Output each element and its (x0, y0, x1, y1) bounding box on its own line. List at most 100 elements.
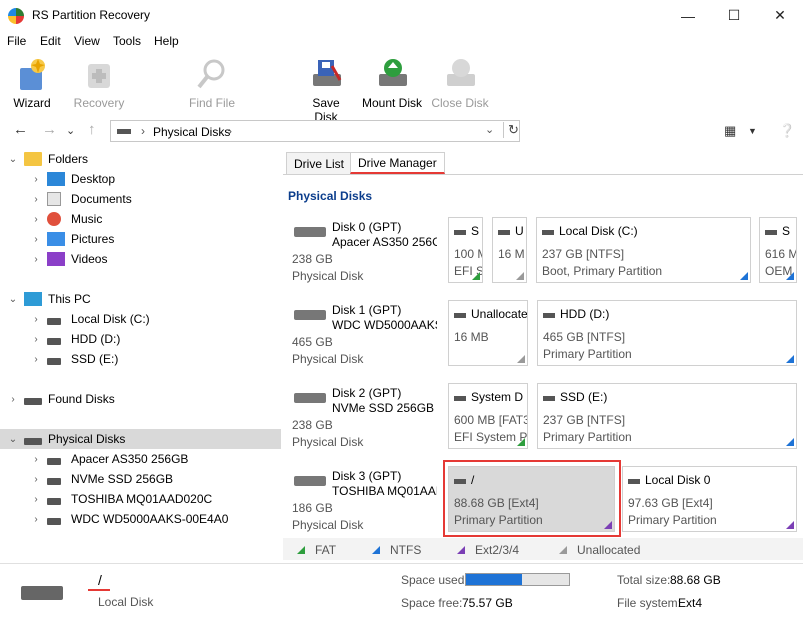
partition-size: 237 GB [NTFS] (542, 247, 625, 261)
collapse-icon[interactable]: ⌄ (6, 294, 20, 305)
tree-toshiba[interactable]: › TOSHIBA MQ01AAD020C (29, 489, 212, 509)
save-disk-button[interactable]: Save Disk (299, 56, 353, 124)
expand-icon[interactable]: › (6, 394, 20, 405)
partition-tile[interactable]: HDD (D:) 465 GB [NTFS] Primary Partition (537, 300, 797, 366)
fs-type-icon (517, 355, 525, 363)
forward-arrow-icon[interactable]: → (42, 121, 57, 138)
disk-type: Physical Disk (292, 269, 364, 283)
help-icon[interactable]: ❔ (779, 123, 795, 139)
tab-drive-list[interactable]: Drive List (286, 152, 353, 174)
fs-type-icon (786, 272, 794, 280)
tree-videos[interactable]: › Videos (29, 249, 107, 269)
tree-physical-disks[interactable]: ⌄ Physical Disks (0, 429, 281, 449)
expand-icon[interactable]: › (29, 214, 43, 225)
minimize-button[interactable]: — (665, 0, 711, 31)
collapse-icon[interactable]: ⌄ (6, 434, 20, 445)
expand-icon[interactable]: › (29, 354, 43, 365)
tree-ssd-e[interactable]: › SSD (E:) (29, 349, 118, 369)
collapse-icon[interactable]: ⌄ (6, 154, 20, 165)
partition-name: Local Disk 0 (645, 473, 711, 487)
tree-folders[interactable]: ⌄ Folders (6, 149, 276, 169)
expand-icon[interactable]: › (29, 254, 43, 265)
up-arrow-icon[interactable]: ↑ (88, 121, 96, 138)
name-underline (88, 589, 110, 591)
expand-icon[interactable]: › (29, 474, 43, 485)
menu-view[interactable]: View (74, 34, 100, 48)
tree-local-disk-c[interactable]: › Local Disk (C:) (29, 309, 149, 329)
disk-size: 465 GB (292, 335, 333, 349)
address-dropdown-icon[interactable]: ⌄ (485, 123, 494, 136)
partition-tile[interactable]: S 616 M OEM (759, 217, 797, 283)
menu-file[interactable]: File (7, 34, 26, 48)
expand-icon[interactable]: › (29, 514, 43, 525)
path-segment[interactable]: Physical Disks (153, 125, 230, 139)
partition-icon (454, 396, 466, 401)
menu-edit[interactable]: Edit (40, 34, 61, 48)
address-input[interactable]: › Physical Disks › ⌄ ↻ (110, 120, 520, 142)
partition-tile[interactable]: SSD (E:) 237 GB [NTFS] Primary Partition (537, 383, 797, 449)
disk-row-3[interactable]: Disk 3 (GPT)TOSHIBA MQ01AAD020C 186 GB P… (290, 466, 440, 538)
partition-tile[interactable]: U 16 M (492, 217, 527, 283)
partition-name: SSD (E:) (560, 390, 608, 404)
fs-type-icon (517, 438, 525, 446)
wizard-button[interactable]: Wizard (8, 56, 56, 110)
fs-type-icon (786, 521, 794, 529)
tree-wdc[interactable]: › WDC WD5000AAKS-00E4A0 (29, 509, 228, 529)
expand-icon[interactable]: › (29, 334, 43, 345)
partition-size: 600 MB [FAT32] (454, 413, 527, 427)
total-size-value: 88.68 GB (670, 573, 721, 587)
partition-tile[interactable]: System D600 MB [FAT32]EFI System Pa (448, 383, 528, 449)
partition-tile[interactable]: Local Disk 0 97.63 GB [Ext4] Primary Parti… (622, 466, 797, 532)
menu-tools[interactable]: Tools (113, 34, 141, 48)
view-dropdown-icon[interactable]: ▼ (748, 126, 757, 136)
recovery-button[interactable]: Recovery (72, 56, 126, 110)
disk-row-1[interactable]: Disk 1 (GPT)WDC WD5000AAKS-00E4A0 465 GB… (290, 300, 440, 372)
tree-hdd-d[interactable]: › HDD (D:) (29, 329, 120, 349)
expand-icon[interactable]: › (29, 314, 43, 325)
expand-icon[interactable]: › (29, 494, 43, 505)
fat-marker-icon (297, 546, 305, 554)
tree-pictures[interactable]: › Pictures (29, 229, 114, 249)
partition-tile[interactable]: S100 MEFI S (448, 217, 483, 283)
drive-icon (47, 337, 61, 345)
maximize-button[interactable]: ☐ (711, 0, 757, 31)
tab-drive-manager[interactable]: Drive Manager (350, 152, 445, 174)
tree-this-pc[interactable]: ⌄ This PC (6, 289, 276, 309)
legend-ntfs: NTFS (372, 543, 421, 557)
path-separator-icon: › (141, 124, 145, 138)
disk-row-0[interactable]: Disk 0 (GPT)Apacer AS350 256GB 238 GB Ph… (290, 217, 440, 289)
tree-found-disks[interactable]: › Found Disks (6, 389, 276, 409)
window-title: RS Partition Recovery (32, 8, 151, 22)
expand-icon[interactable]: › (29, 174, 43, 185)
view-mode-icon[interactable]: ▦ (724, 123, 736, 139)
close-disk-button[interactable]: Close Disk (431, 56, 489, 110)
tree-nvme[interactable]: › NVMe SSD 256GB (29, 469, 173, 489)
partition-tile[interactable]: Local Disk (C:) 237 GB [NTFS] Boot, Primar… (536, 217, 751, 283)
tree-documents[interactable]: › Documents (29, 189, 132, 209)
expand-icon[interactable]: › (29, 234, 43, 245)
back-arrow-icon[interactable]: ← (13, 121, 28, 138)
partition-tile[interactable]: Unallocated 16 MB (448, 300, 528, 366)
expand-icon[interactable]: › (29, 194, 43, 205)
tree-music[interactable]: › Music (29, 209, 102, 229)
drive-icon (47, 497, 61, 505)
disk-row-2[interactable]: Disk 2 (GPT) NVMe SSD 256GB 238 GB Physic… (290, 383, 440, 455)
tree-apacer[interactable]: › Apacer AS350 256GB (29, 449, 188, 469)
disk-title: Disk 2 (GPT) (332, 386, 402, 400)
menu-bar: File Edit View Tools Help (0, 31, 803, 51)
expand-icon[interactable]: › (29, 454, 43, 465)
tree-label: This PC (48, 292, 91, 306)
path-chevron-icon[interactable]: › (228, 124, 232, 138)
find-file-button[interactable]: Find File (187, 56, 237, 110)
mount-disk-button[interactable]: Mount Disk (360, 56, 424, 110)
document-icon (47, 192, 61, 206)
tree-label: HDD (D:) (71, 332, 121, 346)
tree-desktop[interactable]: › Desktop (29, 169, 115, 189)
menu-help[interactable]: Help (154, 34, 179, 48)
mount-disk-label: Mount Disk (361, 96, 423, 110)
disk-size: 238 GB (292, 418, 333, 432)
partition-info: Primary Partition (543, 430, 632, 444)
history-dropdown-icon[interactable]: ⌄ (66, 124, 75, 137)
close-button[interactable]: ✕ (757, 0, 803, 31)
refresh-icon[interactable]: ↻ (503, 122, 519, 138)
